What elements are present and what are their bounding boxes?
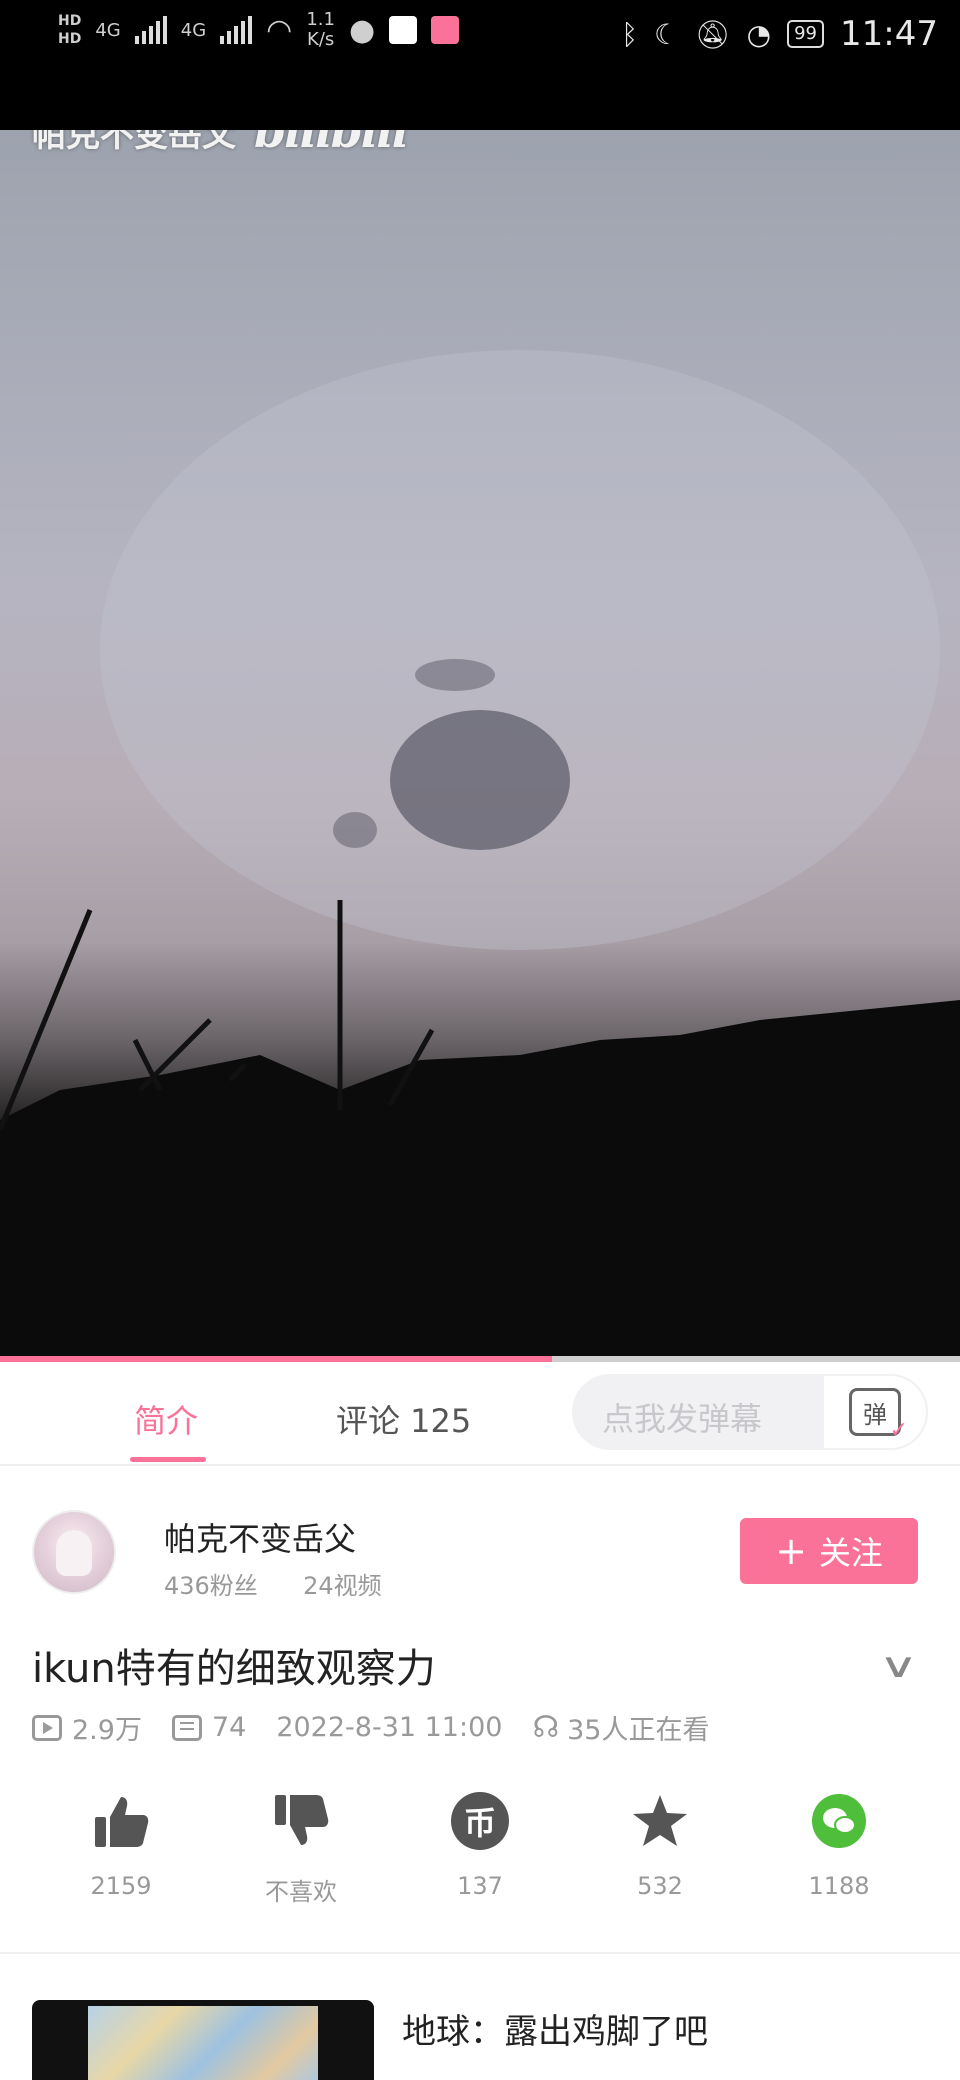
mute-icon: 🔕︎ xyxy=(695,17,731,51)
bilibili-logo: bilibili xyxy=(254,130,409,158)
video-watermark: 帕克不变岳父 bilibili xyxy=(32,130,409,158)
bluetooth-icon: ᛒ xyxy=(621,17,639,51)
favorite-button[interactable]: 532 xyxy=(595,1790,725,1900)
coin-icon: 币 xyxy=(451,1792,509,1850)
thumbs-down-icon xyxy=(275,1795,329,1845)
favorite-count: 532 xyxy=(637,1872,683,1900)
signal-1-label: 4G xyxy=(95,19,121,41)
view-count: 2.9万 xyxy=(72,1715,142,1746)
divider xyxy=(0,1952,960,1954)
follow-label: 关注 xyxy=(818,1534,883,1572)
hd-top: HD xyxy=(58,13,82,29)
watermark-uploader: 帕克不变岳父 xyxy=(32,130,236,155)
recommended-title[interactable]: 地球：露出鸡脚了吧 xyxy=(402,2004,708,2053)
status-right: ᛒ ☾ 🔕︎ ◔ 99 11:47 xyxy=(621,14,938,54)
bilibili-notification-icon xyxy=(431,16,460,44)
battery-indicator: 99 xyxy=(787,20,825,48)
recommended-thumbnail-image xyxy=(88,2006,318,2080)
uploader-stats: 436粉丝 24视频 xyxy=(164,1566,382,1601)
plus-icon: + xyxy=(775,1529,807,1573)
tab-intro[interactable]: 简介 xyxy=(134,1396,198,1442)
tab-active-indicator xyxy=(130,1457,206,1462)
chevron-down-icon[interactable]: ∨ xyxy=(879,1646,919,1686)
coin-count: 137 xyxy=(457,1872,503,1900)
video-meta: 2.9万 74 2022-8-31 11:00 ☊ 35人正在看 xyxy=(32,1708,709,1747)
time: 11:47 xyxy=(840,14,938,54)
follow-button[interactable]: + 关注 xyxy=(740,1518,918,1584)
danmaku-icon: 弹 xyxy=(849,1388,908,1443)
uploader-fans: 436粉丝 xyxy=(164,1572,258,1600)
uploader-section: 帕克不变岳父 436粉丝 24视频 + 关注 xyxy=(0,1466,960,1616)
publish-date: 2022-8-31 11:00 xyxy=(276,1712,503,1743)
net-speed: 1.1 K/s xyxy=(306,10,335,50)
avatar[interactable] xyxy=(32,1510,116,1594)
play-count-icon xyxy=(32,1714,62,1741)
uploader-name[interactable]: 帕克不变岳父 xyxy=(164,1514,356,1560)
video-player[interactable]: 帕克不变岳父 bilibili xyxy=(0,130,960,1360)
video-title: ikun特有的细致观察力 xyxy=(32,1646,436,1692)
recommended-thumbnail[interactable] xyxy=(32,2000,374,2080)
watching-icon: ☊ xyxy=(532,1710,560,1745)
signal-2-label: 4G xyxy=(180,19,207,41)
app-notification-icon xyxy=(389,16,418,44)
watching-count: 35人正在看 xyxy=(567,1715,710,1746)
status-left: HD HD 4G 4G ◠ 1.1 K/s ● xyxy=(58,10,460,50)
uploader-videos: 24视频 xyxy=(303,1572,382,1600)
dislike-label: 不喜欢 xyxy=(265,1878,337,1906)
speedometer-icon: ◔ xyxy=(746,17,772,51)
dislike-button[interactable]: 不喜欢 xyxy=(236,1790,366,1907)
tab-bar: 简介 评论 125 点我发弹幕 弹 xyxy=(0,1362,960,1466)
hd-indicator: HD HD xyxy=(58,12,81,48)
like-button[interactable]: 2159 xyxy=(56,1790,186,1900)
danmaku-icon-text: 弹 xyxy=(863,1400,887,1429)
danmaku-input[interactable]: 点我发弹幕 xyxy=(602,1394,762,1440)
signal-icon-2 xyxy=(220,16,253,44)
tab-comments[interactable]: 评论 125 xyxy=(336,1396,471,1442)
danmaku-count: 74 xyxy=(211,1712,247,1743)
thumbs-up-icon xyxy=(95,1797,149,1847)
net-speed-unit: K/s xyxy=(307,29,335,50)
danmaku-bar: 点我发弹幕 弹 xyxy=(572,1374,928,1450)
action-bar: 2159 不喜欢 币 137 532 1188 xyxy=(0,1790,960,1910)
moon-icon: ☾ xyxy=(654,17,680,51)
danmaku-toggle-button[interactable]: 弹 xyxy=(822,1374,928,1450)
wifi-icon: ◠ xyxy=(266,12,293,48)
signal-icon xyxy=(134,16,167,44)
star-icon xyxy=(633,1795,687,1846)
like-count: 2159 xyxy=(90,1872,152,1900)
hd-bottom: HD xyxy=(58,31,82,47)
danmaku-count-icon xyxy=(171,1714,202,1741)
status-bar: HD HD 4G 4G ◠ 1.1 K/s ● ᛒ ☾ 🔕︎ ◔ 99 11:4… xyxy=(0,0,960,130)
net-speed-value: 1.1 xyxy=(306,9,335,30)
video-frame xyxy=(0,350,960,1360)
qq-icon: ● xyxy=(348,12,376,48)
coin-button[interactable]: 币 137 xyxy=(415,1790,545,1900)
coin-symbol: 币 xyxy=(463,1804,496,1842)
share-button[interactable]: 1188 xyxy=(774,1790,904,1900)
share-count: 1188 xyxy=(808,1872,870,1900)
wechat-icon xyxy=(812,1794,866,1848)
